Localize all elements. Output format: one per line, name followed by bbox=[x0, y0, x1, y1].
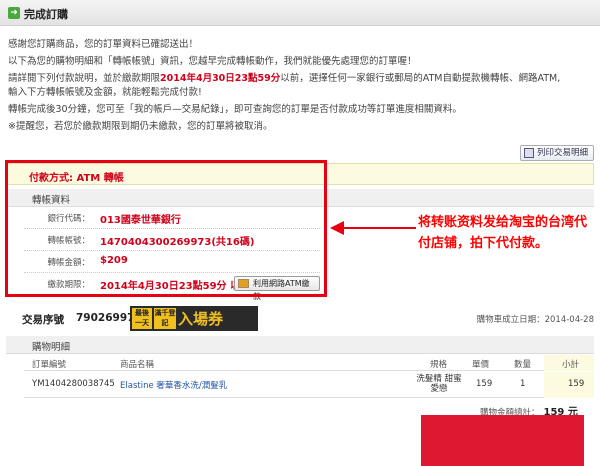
col-spec: 規格 bbox=[430, 360, 448, 370]
detail-table-header: 訂單編號 商品名稱 規格 單價 數量 小計 bbox=[24, 355, 594, 371]
detail-section-header: 購物明細 bbox=[6, 336, 594, 354]
promo-banner[interactable]: 最後一天 滿千登記 入場券 bbox=[130, 306, 258, 331]
product-link[interactable]: Elastine 奢華香水洗/潤髮乳 bbox=[120, 379, 227, 391]
unit-price: 159 bbox=[476, 379, 493, 389]
promo-badge-register: 滿千登記 bbox=[154, 308, 176, 329]
table-row: YM1404280038745 Elastine 奢華香水洗/潤髮乳 洗髮精 甜… bbox=[24, 372, 594, 398]
page-title: 完成訂購 bbox=[24, 8, 68, 21]
intro-line-1: 感謝您訂購商品，您的訂單資料已確認送出！ bbox=[8, 39, 199, 50]
intro-line-3b: 以前，選擇任何一家銀行或郵局的ATM自動提款機轉帳、網路ATM, bbox=[280, 73, 561, 84]
promo-title: 入場券 bbox=[178, 310, 224, 328]
transaction-label: 交易序號 bbox=[22, 314, 64, 326]
quantity: 1 bbox=[520, 379, 526, 389]
intro-line-5: 轉帳完成後30分鐘，您可至「我的帳戶—交易紀錄」，即可查詢您的訂單是否付款成功等… bbox=[8, 104, 462, 115]
cart-created-date: 購物車成立日期：2014-04-28 bbox=[476, 315, 594, 325]
col-subtotal: 小計 bbox=[562, 360, 580, 370]
print-button-label: 列印交易明細 bbox=[537, 148, 589, 158]
page-header: ➜ 完成訂購 bbox=[0, 0, 600, 26]
order-number: YM1404280038745 bbox=[32, 379, 115, 389]
promo-badge-last-day: 最後一天 bbox=[132, 308, 152, 329]
print-transaction-button[interactable]: 列印交易明細 bbox=[520, 145, 594, 161]
detail-section-title: 購物明細 bbox=[32, 342, 71, 353]
col-order-no: 訂單編號 bbox=[32, 360, 67, 370]
col-product: 商品名稱 bbox=[120, 360, 155, 370]
annotation-arrow-icon bbox=[330, 221, 416, 235]
intro-text: 感謝您訂購商品，您的訂單資料已確認送出！ 以下為您的購物明細和「轉帳帳號」資訊，… bbox=[8, 38, 593, 137]
intro-line-6: ※提醒您，若您於繳款期限到期仍未繳款，您的訂單將被取消。 bbox=[8, 121, 273, 132]
payment-deadline-highlight: 2014年4月30日23點59分 bbox=[160, 73, 281, 84]
red-overlay-block bbox=[421, 415, 584, 466]
intro-line-3a: 請詳閱下列付款說明，並於繳款期限 bbox=[8, 73, 161, 84]
product-spec: 洗髮精 甜蜜愛戀 bbox=[416, 374, 462, 394]
printer-icon bbox=[524, 148, 534, 158]
intro-line-2: 以下為您的購物明細和「轉帳帳號」資訊，您越早完成轉帳動作，我們就能優先處理您的訂… bbox=[8, 56, 417, 67]
intro-line-4: 輸入下方轉帳帳號及金額，就能輕鬆完成付款! bbox=[8, 87, 202, 98]
intro-line-3: 請詳閱下列付款說明，並於繳款期限2014年4月30日23點59分以前，選擇任何一… bbox=[8, 72, 593, 100]
highlight-box bbox=[5, 160, 327, 297]
annotation-note: 将转账资料发给淘宝的台湾代付店铺，拍下代付款。 bbox=[418, 215, 588, 251]
subtotal: 159 bbox=[568, 379, 585, 389]
arrow-right-icon: ➜ bbox=[8, 7, 20, 19]
transaction-number: 79026997 bbox=[76, 312, 135, 324]
col-qty: 數量 bbox=[514, 360, 532, 370]
col-price: 單價 bbox=[472, 360, 490, 370]
transaction-row: 交易序號 79026997 最後一天 滿千登記 入場券 購物車成立日期：2014… bbox=[22, 306, 594, 332]
